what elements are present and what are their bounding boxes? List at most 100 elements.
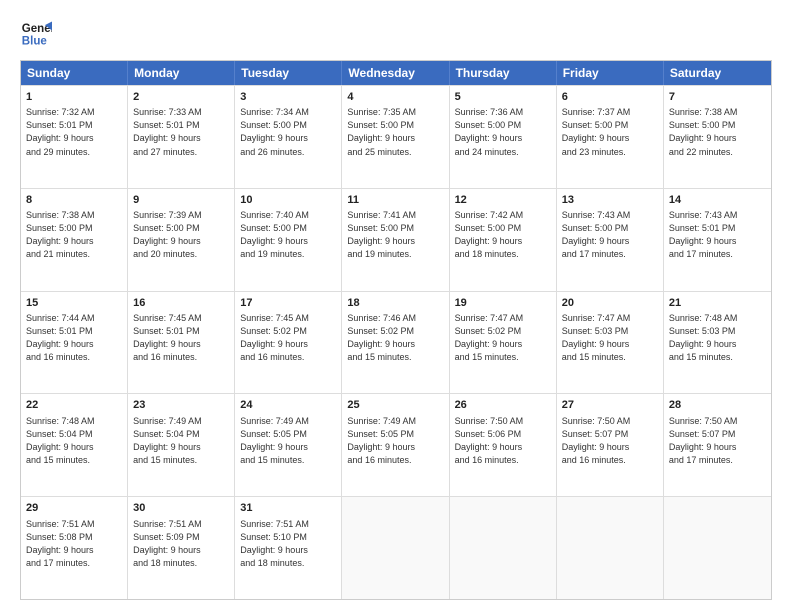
cal-header-saturday: Saturday bbox=[664, 61, 771, 85]
day-info: Sunrise: 7:50 AMSunset: 5:07 PMDaylight:… bbox=[669, 415, 766, 467]
day-info: Sunrise: 7:48 AMSunset: 5:04 PMDaylight:… bbox=[26, 415, 122, 467]
calendar: SundayMondayTuesdayWednesdayThursdayFrid… bbox=[20, 60, 772, 600]
day-number: 1 bbox=[26, 90, 122, 105]
header: General Blue bbox=[20, 18, 772, 50]
cal-week-2: 8Sunrise: 7:38 AMSunset: 5:00 PMDaylight… bbox=[21, 188, 771, 291]
day-info: Sunrise: 7:41 AMSunset: 5:00 PMDaylight:… bbox=[347, 209, 443, 261]
cal-cell-empty bbox=[342, 497, 449, 599]
calendar-body: 1Sunrise: 7:32 AMSunset: 5:01 PMDaylight… bbox=[21, 85, 771, 599]
cal-cell-17: 17Sunrise: 7:45 AMSunset: 5:02 PMDayligh… bbox=[235, 292, 342, 394]
cal-cell-19: 19Sunrise: 7:47 AMSunset: 5:02 PMDayligh… bbox=[450, 292, 557, 394]
cal-header-friday: Friday bbox=[557, 61, 664, 85]
cal-week-4: 22 Sunrise: 7:48 AMSunset: 5:04 PMDayligh… bbox=[21, 393, 771, 496]
cal-cell-8: 8Sunrise: 7:38 AMSunset: 5:00 PMDaylight… bbox=[21, 189, 128, 291]
cal-cell-5: 5Sunrise: 7:36 AMSunset: 5:00 PMDaylight… bbox=[450, 86, 557, 188]
cal-cell-26: 26Sunrise: 7:50 AMSunset: 5:06 PMDayligh… bbox=[450, 394, 557, 496]
day-number: 23 bbox=[133, 398, 229, 413]
cal-cell-23: 23Sunrise: 7:49 AMSunset: 5:04 PMDayligh… bbox=[128, 394, 235, 496]
day-info: Sunrise: 7:45 AMSunset: 5:01 PMDaylight:… bbox=[133, 312, 229, 364]
day-number: 9 bbox=[133, 193, 229, 208]
cal-cell-21: 21Sunrise: 7:48 AMSunset: 5:03 PMDayligh… bbox=[664, 292, 771, 394]
day-info: Sunrise: 7:43 AMSunset: 5:00 PMDaylight:… bbox=[562, 209, 658, 261]
cal-cell-24: 24Sunrise: 7:49 AMSunset: 5:05 PMDayligh… bbox=[235, 394, 342, 496]
cal-cell-empty bbox=[557, 497, 664, 599]
cal-week-5: 29 Sunrise: 7:51 AMSunset: 5:08 PMDayligh… bbox=[21, 496, 771, 599]
cal-cell-16: 16Sunrise: 7:45 AMSunset: 5:01 PMDayligh… bbox=[128, 292, 235, 394]
svg-text:Blue: Blue bbox=[22, 36, 48, 48]
cal-header-monday: Monday bbox=[128, 61, 235, 85]
day-number: 21 bbox=[669, 296, 766, 311]
cal-cell-13: 13Sunrise: 7:43 AMSunset: 5:00 PMDayligh… bbox=[557, 189, 664, 291]
day-info: Sunrise: 7:51 AMSunset: 5:09 PMDaylight:… bbox=[133, 518, 229, 570]
calendar-header: SundayMondayTuesdayWednesdayThursdayFrid… bbox=[21, 61, 771, 85]
day-info: Sunrise: 7:51 AMSunset: 5:08 PMDaylight:… bbox=[26, 518, 122, 570]
day-info: Sunrise: 7:32 AMSunset: 5:01 PMDaylight:… bbox=[26, 106, 122, 158]
day-info: Sunrise: 7:40 AMSunset: 5:00 PMDaylight:… bbox=[240, 209, 336, 261]
day-info: Sunrise: 7:48 AMSunset: 5:03 PMDaylight:… bbox=[669, 312, 766, 364]
cal-cell-2: 2Sunrise: 7:33 AMSunset: 5:01 PMDaylight… bbox=[128, 86, 235, 188]
day-number: 29 bbox=[26, 501, 122, 516]
day-number: 7 bbox=[669, 90, 766, 105]
cal-cell-1: 1Sunrise: 7:32 AMSunset: 5:01 PMDaylight… bbox=[21, 86, 128, 188]
day-info: Sunrise: 7:38 AMSunset: 5:00 PMDaylight:… bbox=[669, 106, 766, 158]
cal-header-wednesday: Wednesday bbox=[342, 61, 449, 85]
cal-cell-25: 25 Sunrise: 7:49 AMSunset: 5:05 PMDayligh… bbox=[342, 394, 449, 496]
day-number: 10 bbox=[240, 193, 336, 208]
day-number: 24 bbox=[240, 398, 336, 413]
day-info: Sunrise: 7:43 AMSunset: 5:01 PMDaylight:… bbox=[669, 209, 766, 261]
day-info: Sunrise: 7:49 AMSunset: 5:05 PMDaylight:… bbox=[347, 415, 443, 467]
cal-cell-4: 4Sunrise: 7:35 AMSunset: 5:00 PMDaylight… bbox=[342, 86, 449, 188]
day-number: 19 bbox=[455, 296, 551, 311]
day-number: 28 bbox=[669, 398, 766, 413]
page: General Blue SundayMondayTuesdayWednesda… bbox=[0, 0, 792, 612]
day-number: 31 bbox=[240, 501, 336, 516]
day-number: 15 bbox=[26, 296, 122, 311]
day-number: 22 bbox=[26, 398, 122, 413]
cal-week-3: 15Sunrise: 7:44 AMSunset: 5:01 PMDayligh… bbox=[21, 291, 771, 394]
day-number: 5 bbox=[455, 90, 551, 105]
cal-header-thursday: Thursday bbox=[450, 61, 557, 85]
cal-cell-14: 14Sunrise: 7:43 AMSunset: 5:01 PMDayligh… bbox=[664, 189, 771, 291]
cal-week-1: 1Sunrise: 7:32 AMSunset: 5:01 PMDaylight… bbox=[21, 85, 771, 188]
day-info: Sunrise: 7:47 AMSunset: 5:02 PMDaylight:… bbox=[455, 312, 551, 364]
day-number: 27 bbox=[562, 398, 658, 413]
day-number: 3 bbox=[240, 90, 336, 105]
cal-cell-29: 29 Sunrise: 7:51 AMSunset: 5:08 PMDayligh… bbox=[21, 497, 128, 599]
day-info: Sunrise: 7:42 AMSunset: 5:00 PMDaylight:… bbox=[455, 209, 551, 261]
cal-cell-18: 18Sunrise: 7:46 AMSunset: 5:02 PMDayligh… bbox=[342, 292, 449, 394]
day-number: 11 bbox=[347, 193, 443, 208]
cal-cell-12: 12Sunrise: 7:42 AMSunset: 5:00 PMDayligh… bbox=[450, 189, 557, 291]
cal-header-tuesday: Tuesday bbox=[235, 61, 342, 85]
day-number: 6 bbox=[562, 90, 658, 105]
day-number: 25 bbox=[347, 398, 443, 413]
day-info: Sunrise: 7:39 AMSunset: 5:00 PMDaylight:… bbox=[133, 209, 229, 261]
day-number: 30 bbox=[133, 501, 229, 516]
logo-icon: General Blue bbox=[20, 18, 52, 50]
cal-cell-empty bbox=[664, 497, 771, 599]
day-info: Sunrise: 7:46 AMSunset: 5:02 PMDaylight:… bbox=[347, 312, 443, 364]
cal-cell-11: 11Sunrise: 7:41 AMSunset: 5:00 PMDayligh… bbox=[342, 189, 449, 291]
cal-header-sunday: Sunday bbox=[21, 61, 128, 85]
day-info: Sunrise: 7:35 AMSunset: 5:00 PMDaylight:… bbox=[347, 106, 443, 158]
day-info: Sunrise: 7:47 AMSunset: 5:03 PMDaylight:… bbox=[562, 312, 658, 364]
cal-cell-28: 28 Sunrise: 7:50 AMSunset: 5:07 PMDayligh… bbox=[664, 394, 771, 496]
day-number: 26 bbox=[455, 398, 551, 413]
day-info: Sunrise: 7:50 AMSunset: 5:07 PMDaylight:… bbox=[562, 415, 658, 467]
day-info: Sunrise: 7:37 AMSunset: 5:00 PMDaylight:… bbox=[562, 106, 658, 158]
day-number: 2 bbox=[133, 90, 229, 105]
day-info: Sunrise: 7:44 AMSunset: 5:01 PMDaylight:… bbox=[26, 312, 122, 364]
cal-cell-15: 15Sunrise: 7:44 AMSunset: 5:01 PMDayligh… bbox=[21, 292, 128, 394]
day-info: Sunrise: 7:51 AMSunset: 5:10 PMDaylight:… bbox=[240, 518, 336, 570]
day-info: Sunrise: 7:33 AMSunset: 5:01 PMDaylight:… bbox=[133, 106, 229, 158]
day-number: 8 bbox=[26, 193, 122, 208]
day-info: Sunrise: 7:34 AMSunset: 5:00 PMDaylight:… bbox=[240, 106, 336, 158]
day-info: Sunrise: 7:36 AMSunset: 5:00 PMDaylight:… bbox=[455, 106, 551, 158]
day-number: 14 bbox=[669, 193, 766, 208]
day-number: 4 bbox=[347, 90, 443, 105]
day-number: 20 bbox=[562, 296, 658, 311]
cal-cell-7: 7Sunrise: 7:38 AMSunset: 5:00 PMDaylight… bbox=[664, 86, 771, 188]
day-number: 12 bbox=[455, 193, 551, 208]
cal-cell-10: 10Sunrise: 7:40 AMSunset: 5:00 PMDayligh… bbox=[235, 189, 342, 291]
cal-cell-20: 20Sunrise: 7:47 AMSunset: 5:03 PMDayligh… bbox=[557, 292, 664, 394]
day-number: 18 bbox=[347, 296, 443, 311]
